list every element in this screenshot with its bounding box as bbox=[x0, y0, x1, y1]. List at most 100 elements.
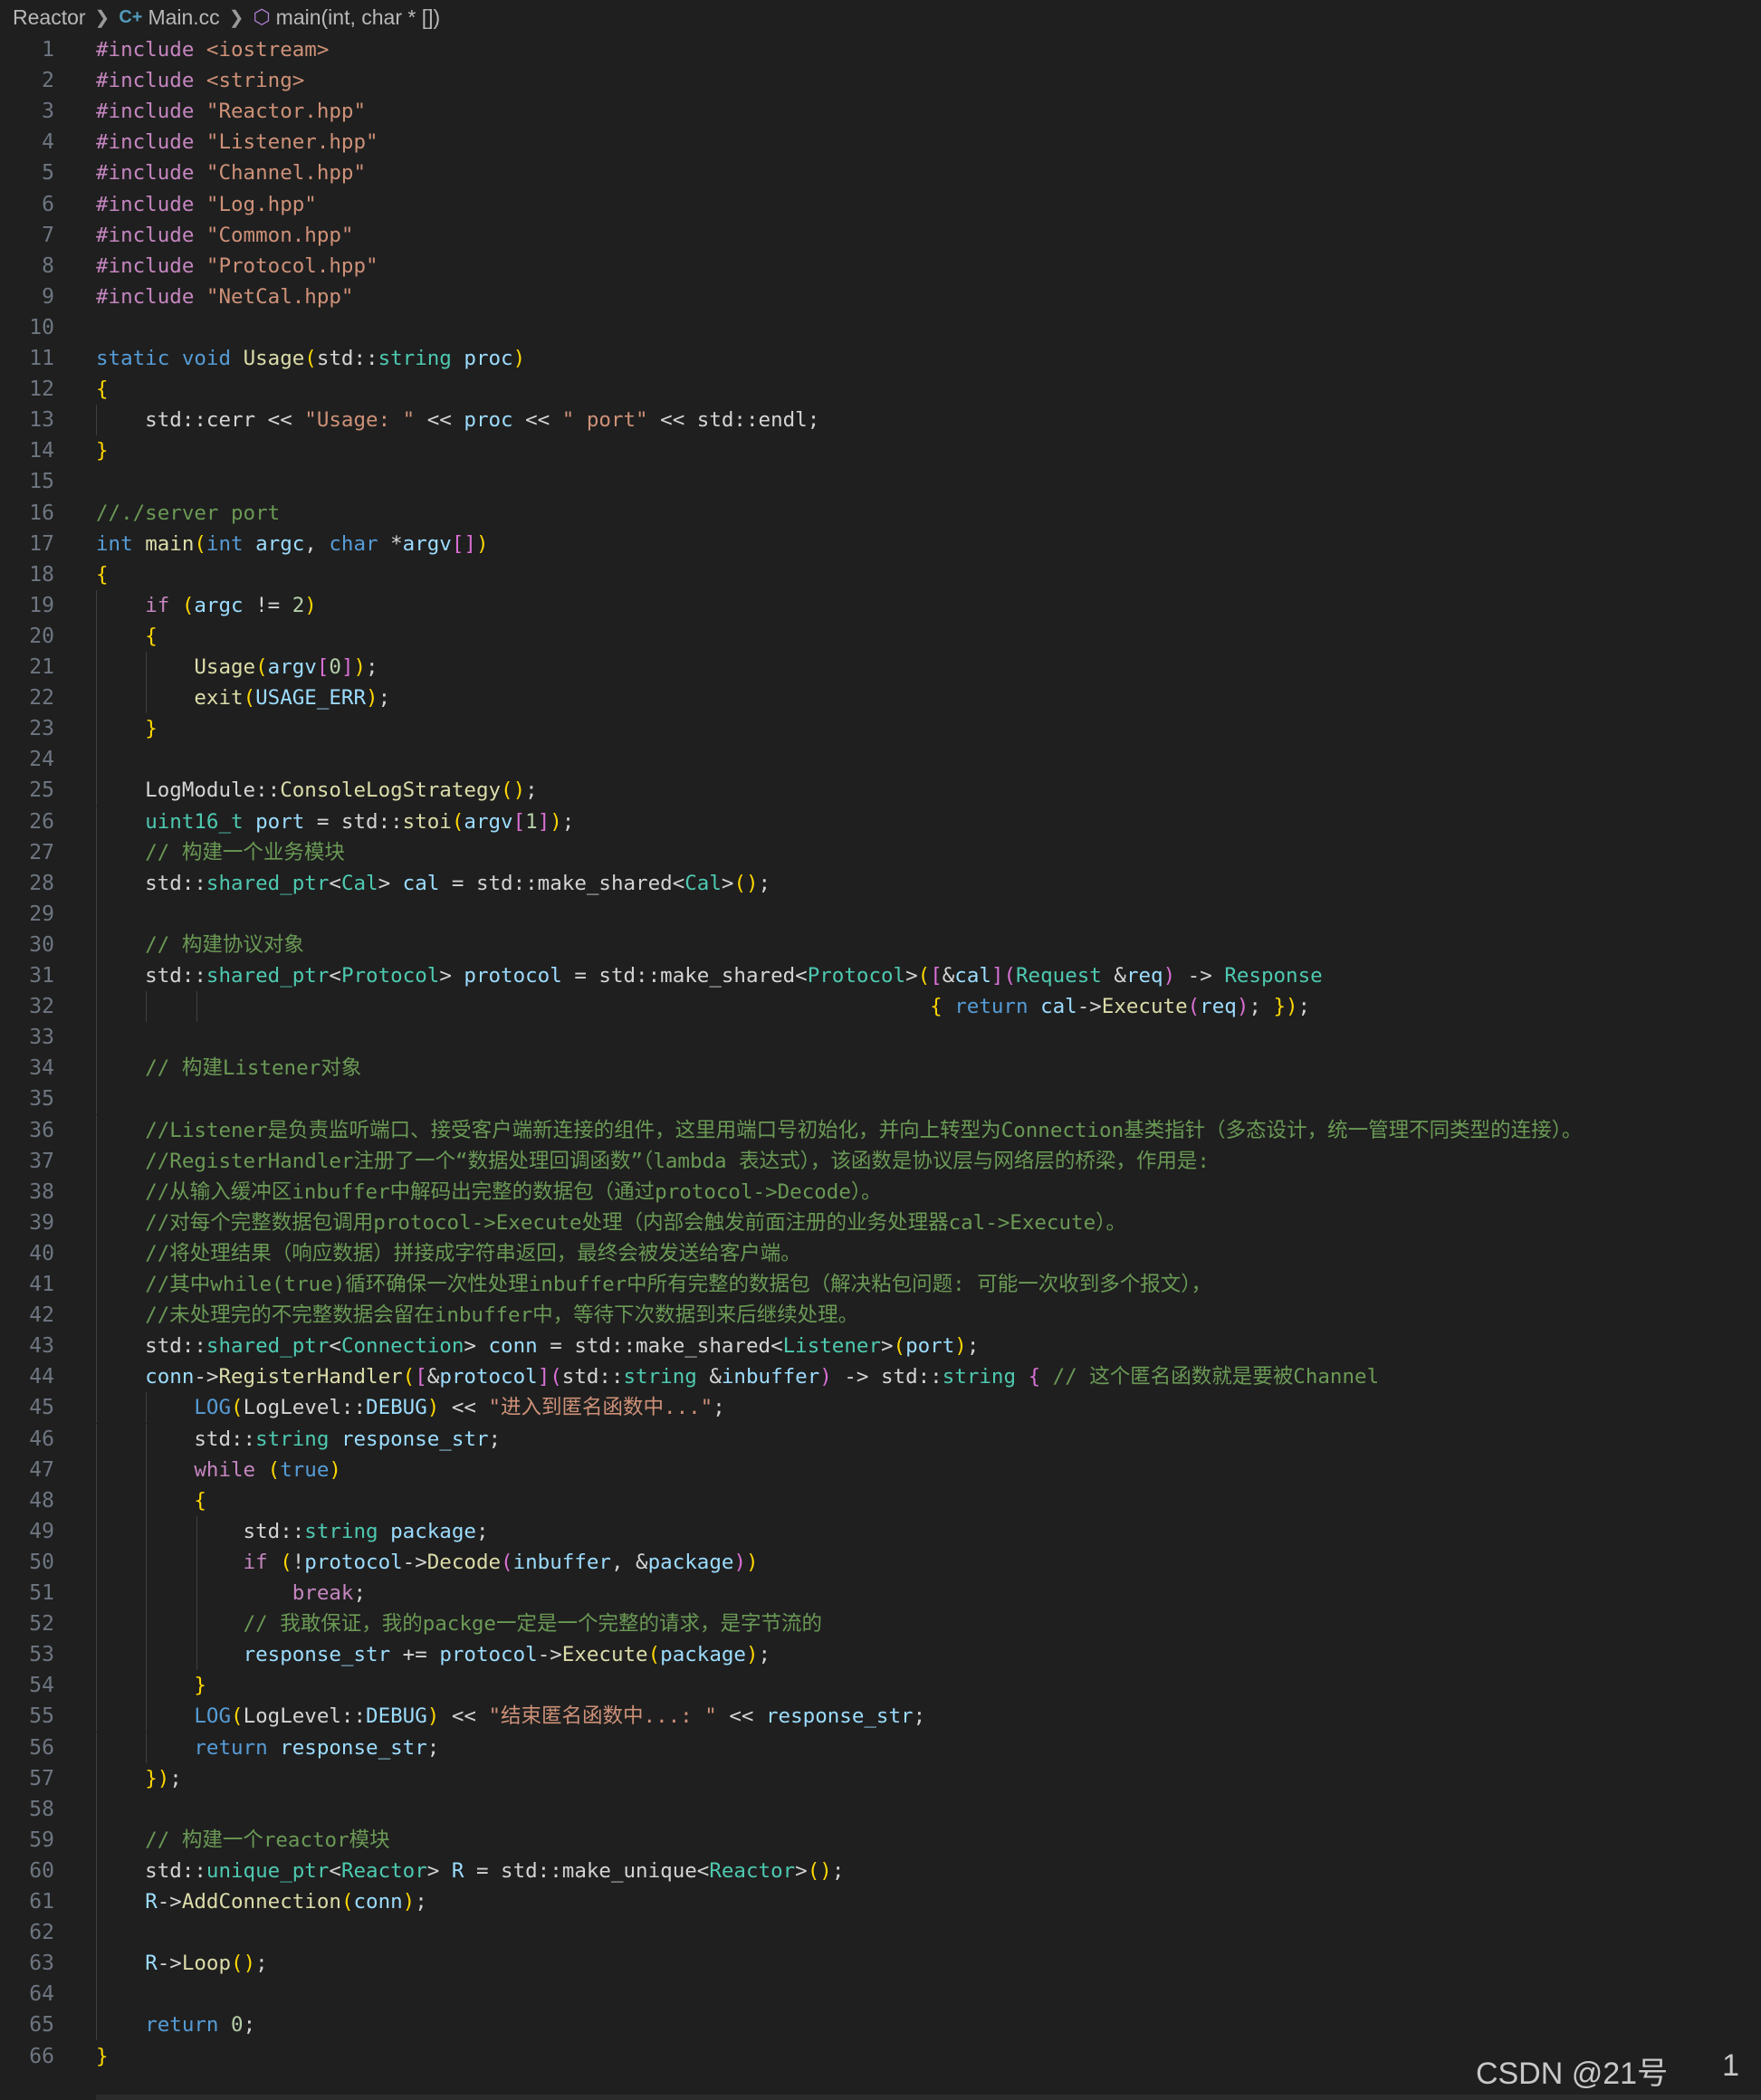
code-line[interactable]: 58 bbox=[0, 1793, 1761, 1825]
code-line[interactable]: 21 Usage(argv[0]); bbox=[0, 652, 1761, 682]
code-line[interactable]: 62 bbox=[0, 1917, 1761, 1949]
code-line[interactable]: 34 // 构建Listener对象 bbox=[0, 1053, 1761, 1084]
line-number: 22 bbox=[29, 686, 54, 711]
code-line[interactable]: 20 { bbox=[0, 620, 1761, 652]
code-line[interactable]: 49 std::string package; bbox=[0, 1515, 1761, 1547]
indent-guide bbox=[96, 1917, 97, 1949]
code-line[interactable]: 4 #include "Listener.hpp" bbox=[0, 127, 1761, 158]
code-line[interactable]: 19 if (argc != 2) bbox=[0, 589, 1761, 621]
line-number: 50 bbox=[29, 1550, 54, 1574]
code-line[interactable]: 1 #include <iostream> bbox=[0, 34, 1761, 65]
code-line[interactable]: 48 { bbox=[0, 1484, 1761, 1516]
cpp-file-icon: C+ bbox=[119, 6, 143, 27]
code-line[interactable]: 45 LOG(LogLevel::DEBUG) << "进入到匿名函数中..."… bbox=[0, 1392, 1761, 1424]
code-line[interactable]: 55 LOG(LogLevel::DEBUG) << "结束匿名函数中...: … bbox=[0, 1701, 1761, 1732]
code-line[interactable]: 61 R->AddConnection(conn); bbox=[0, 1886, 1761, 1917]
code-line[interactable]: 27 // 构建一个业务模块 bbox=[0, 836, 1761, 868]
code-line[interactable]: 54 } bbox=[0, 1670, 1761, 1702]
code-line[interactable]: 64 bbox=[0, 1979, 1761, 2010]
code-text: #include "Protocol.hpp" bbox=[96, 253, 378, 278]
breadcrumb-symbol[interactable]: ⬡ main(int, char * []) bbox=[253, 5, 440, 30]
code-line[interactable]: 57 }); bbox=[0, 1762, 1761, 1794]
line-number: 17 bbox=[29, 531, 54, 556]
code-line[interactable]: 32 { return cal->Execute(req); }); bbox=[0, 991, 1761, 1023]
line-number: 62 bbox=[29, 1921, 54, 1945]
line-number: 20 bbox=[29, 624, 54, 648]
code-line[interactable]: 8 #include "Protocol.hpp" bbox=[0, 251, 1761, 282]
code-line[interactable]: 13 std::cerr << "Usage: " << proc << " p… bbox=[0, 405, 1761, 436]
code-line[interactable]: 5 #include "Channel.hpp" bbox=[0, 158, 1761, 188]
code-line[interactable]: 44 conn->RegisterHandler([&protocol](std… bbox=[0, 1361, 1761, 1393]
code-line[interactable]: 7 #include "Common.hpp" bbox=[0, 220, 1761, 251]
code-line[interactable]: 3 #include "Reactor.hpp" bbox=[0, 96, 1761, 127]
line-number: 66 bbox=[29, 2044, 54, 2068]
code-line[interactable]: 60 std::unique_ptr<Reactor> R = std::mak… bbox=[0, 1855, 1761, 1886]
line-number: 35 bbox=[29, 1087, 54, 1112]
code-line[interactable]: 26 uint16_t port = std::stoi(argv[1]); bbox=[0, 806, 1761, 837]
code-line[interactable]: 28 std::shared_ptr<Cal> cal = std::make_… bbox=[0, 867, 1761, 899]
code-line[interactable]: 38 //从输入缓冲区inbuffer中解码出完整的数据包（通过protocol… bbox=[0, 1176, 1761, 1208]
breadcrumb-symbol-label: main(int, char * []) bbox=[275, 5, 441, 29]
breadcrumb-file[interactable]: C+ Main.cc bbox=[119, 5, 219, 30]
line-number: 46 bbox=[29, 1427, 54, 1451]
code-line[interactable]: 31 std::shared_ptr<Protocol> protocol = … bbox=[0, 960, 1761, 991]
code-line[interactable]: 6 #include "Log.hpp" bbox=[0, 189, 1761, 220]
horizontal-scrollbar[interactable] bbox=[96, 2095, 1761, 2100]
code-line[interactable]: 2 #include <string> bbox=[0, 65, 1761, 96]
code-line[interactable]: 65 return 0; bbox=[0, 2009, 1761, 2041]
code-line[interactable]: 29 bbox=[0, 898, 1761, 930]
code-line[interactable]: 30 // 构建协议对象 bbox=[0, 929, 1761, 960]
code-line[interactable]: 46 std::string response_str; bbox=[0, 1423, 1761, 1455]
code-line[interactable]: 15 bbox=[0, 466, 1761, 497]
code-line[interactable]: 56 return response_str; bbox=[0, 1732, 1761, 1763]
code-line[interactable]: 17 int main(int argc, char *argv[]) bbox=[0, 529, 1761, 559]
code-text: //从输入缓冲区inbuffer中解码出完整的数据包（通过protocol->D… bbox=[145, 1179, 882, 1204]
code-line[interactable]: 16 //./server port bbox=[0, 498, 1761, 529]
code-line[interactable]: 14} bbox=[0, 435, 1761, 466]
code-text: if (argc != 2) bbox=[145, 593, 317, 617]
code-line[interactable]: 18 { bbox=[0, 559, 1761, 590]
code-text: { bbox=[96, 562, 109, 587]
code-line[interactable]: 11 static void Usage(std::string proc) bbox=[0, 343, 1761, 374]
code-line[interactable]: 53 response_str += protocol->Execute(pac… bbox=[0, 1639, 1761, 1671]
code-line[interactable]: 52 // 我敢保证，我的packge一定是一个完整的请求，是字节流的 bbox=[0, 1608, 1761, 1640]
code-line[interactable]: 40 //将处理结果（响应数据）拼接成字符串返回，最终会被发送给客户端。 bbox=[0, 1237, 1761, 1269]
code-line[interactable]: 22 exit(USAGE_ERR); bbox=[0, 682, 1761, 714]
code-line[interactable]: 23 } bbox=[0, 713, 1761, 745]
line-number: 18 bbox=[29, 562, 54, 587]
code-line[interactable]: 35 bbox=[0, 1083, 1761, 1115]
code-line[interactable]: 63 R->Loop(); bbox=[0, 1948, 1761, 1980]
indent-guide bbox=[96, 1979, 97, 2010]
code-line[interactable]: 43 std::shared_ptr<Connection> conn = st… bbox=[0, 1331, 1761, 1362]
code-line[interactable]: 59 // 构建一个reactor模块 bbox=[0, 1824, 1761, 1856]
line-number: 6 bbox=[42, 192, 54, 216]
code-line[interactable]: 24 bbox=[0, 744, 1761, 776]
code-line[interactable]: 41 //其中while(true)循环确保一次性处理inbuffer中所有完整… bbox=[0, 1269, 1761, 1300]
code-text: // 我敢保证，我的packge一定是一个完整的请求，是字节流的 bbox=[243, 1612, 822, 1637]
code-line[interactable]: 9 #include "NetCal.hpp" bbox=[0, 282, 1761, 312]
code-line[interactable]: 51 break; bbox=[0, 1578, 1761, 1608]
line-number: 43 bbox=[29, 1334, 54, 1359]
line-number: 39 bbox=[29, 1210, 54, 1235]
chevron-right-icon: ❯ bbox=[228, 7, 244, 28]
code-line[interactable]: 25 LogModule::ConsoleLogStrategy(); bbox=[0, 775, 1761, 807]
code-line[interactable]: 50 if (!protocol->Decode(inbuffer, &pack… bbox=[0, 1546, 1761, 1578]
code-line[interactable]: 47 while (true) bbox=[0, 1454, 1761, 1485]
code-text: if (!protocol->Decode(inbuffer, &package… bbox=[243, 1550, 759, 1574]
line-number: 63 bbox=[29, 1952, 54, 1976]
code-line[interactable]: 42 //未处理完的不完整数据会留在inbuffer中，等待下次数据到来后继续处… bbox=[0, 1300, 1761, 1332]
breadcrumb-folder[interactable]: Reactor bbox=[13, 5, 86, 30]
code-line[interactable]: 33 bbox=[0, 1022, 1761, 1054]
code-line[interactable]: 36 //Listener是负责监听端口、接受客户端新连接的组件，这里用端口号初… bbox=[0, 1114, 1761, 1146]
line-number: 64 bbox=[29, 1982, 54, 2007]
code-editor[interactable]: 1 #include <iostream> 2 #include <string> 3 #… bbox=[0, 34, 1761, 2100]
code-line[interactable]: 10 bbox=[0, 312, 1761, 343]
line-number: 29 bbox=[29, 902, 54, 926]
line-number: 47 bbox=[29, 1457, 54, 1482]
code-line[interactable]: 39 //对每个完整数据包调用protocol->Execute处理（内部会触发… bbox=[0, 1207, 1761, 1238]
code-line[interactable]: 37 //RegisterHandler注册了一个“数据处理回调函数”（lamb… bbox=[0, 1145, 1761, 1177]
code-text: // 构建协议对象 bbox=[145, 932, 304, 957]
code-line[interactable]: 12 { bbox=[0, 374, 1761, 405]
line-number: 58 bbox=[29, 1797, 54, 1821]
line-number: 49 bbox=[29, 1519, 54, 1543]
